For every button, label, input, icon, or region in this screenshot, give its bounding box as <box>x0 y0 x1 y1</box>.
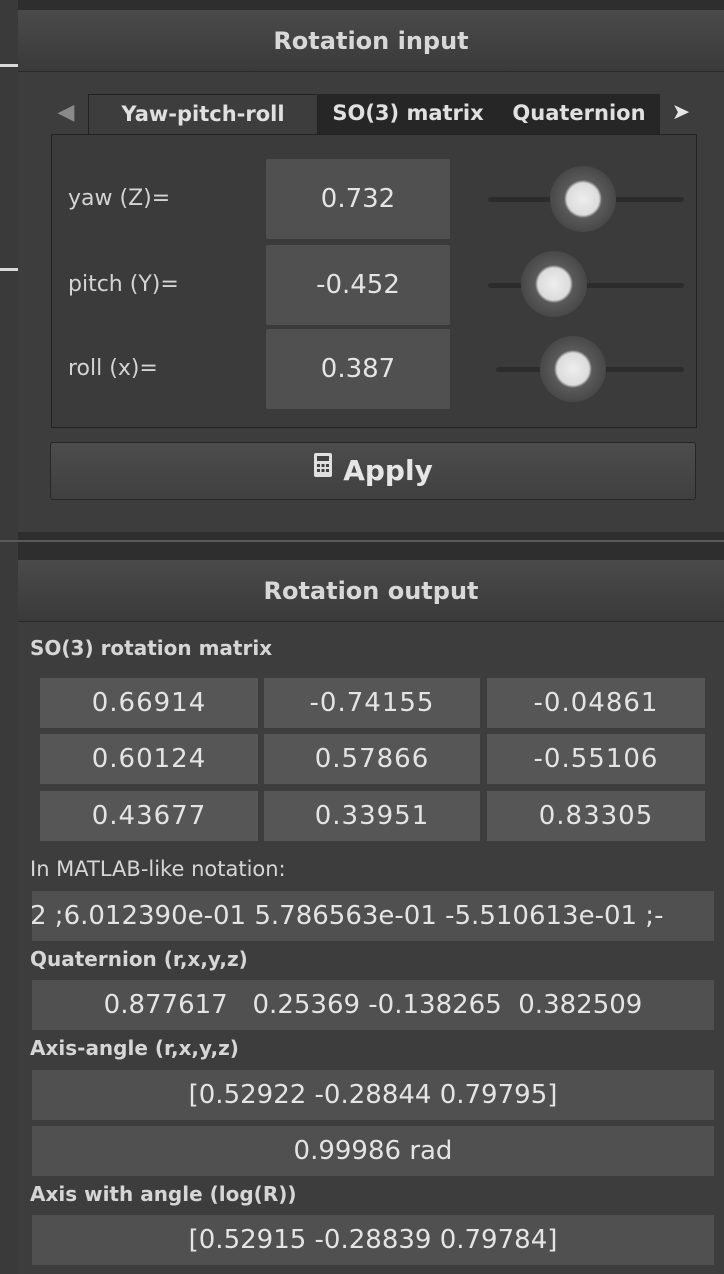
angle-field[interactable]: 0.99986 rad <box>32 1126 714 1176</box>
pitch-row: pitch (Y)= -0.452 <box>52 245 696 325</box>
arrow-left-icon[interactable]: ◀ <box>48 92 84 134</box>
tab-yaw-pitch-roll[interactable]: Yaw-pitch-roll <box>88 94 318 134</box>
roll-row: roll (x)= 0.387 <box>52 329 696 409</box>
matrix-cell: 0.83305 <box>487 791 705 841</box>
rotation-input-panel: Rotation input ◀ Yaw-pitch-roll SO(3) ma… <box>18 10 724 532</box>
axis-angle-label: Axis-angle (r,x,y,z) <box>30 1036 239 1060</box>
yaw-row: yaw (Z)= 0.732 <box>52 159 696 239</box>
matrix-cell: 0.33951 <box>264 791 480 841</box>
rotation-input-title: Rotation input <box>18 10 724 72</box>
rotation-output-title: Rotation output <box>18 560 724 622</box>
calculator-icon <box>313 441 333 497</box>
matrix-cell: -0.74155 <box>264 678 480 728</box>
tab-so3-matrix[interactable]: SO(3) matrix <box>318 94 498 134</box>
rotation-output-panel: Rotation output SO(3) rotation matrix 0.… <box>18 560 724 1274</box>
matrix-cell: 0.66914 <box>40 678 258 728</box>
pitch-slider-knob[interactable] <box>521 251 587 317</box>
tab-quaternion[interactable]: Quaternion <box>498 94 660 134</box>
yaw-label: yaw (Z)= <box>68 186 171 211</box>
matrix-cell: 0.60124 <box>40 734 258 784</box>
background-strip <box>0 0 18 1274</box>
roll-slider-knob[interactable] <box>540 336 606 402</box>
quaternion-label: Quaternion (r,x,y,z) <box>30 947 248 971</box>
apply-button[interactable]: Apply <box>50 442 696 500</box>
axis-field[interactable]: [0.52922 -0.28844 0.79795] <box>32 1070 714 1120</box>
apply-label: Apply <box>343 454 433 487</box>
roll-input[interactable]: 0.387 <box>266 329 450 409</box>
axis-with-angle-field[interactable]: [0.52915 -0.28839 0.79784] <box>32 1215 714 1265</box>
pitch-input[interactable]: -0.452 <box>266 245 450 325</box>
matrix-cell: -0.55106 <box>487 734 705 784</box>
so3-matrix-label: SO(3) rotation matrix <box>30 636 273 660</box>
matrix-cell: -0.04861 <box>487 678 705 728</box>
yaw-pitch-roll-form: yaw (Z)= 0.732 pitch (Y)= -0.452 roll (x… <box>51 134 697 428</box>
yaw-slider-knob[interactable] <box>550 166 616 232</box>
arrow-right-icon[interactable]: ➤ <box>663 92 699 134</box>
background-line <box>0 64 18 67</box>
yaw-input[interactable]: 0.732 <box>266 159 450 239</box>
roll-label: roll (x)= <box>68 356 158 381</box>
axis-with-angle-label: Axis with angle (log(R)) <box>30 1182 297 1206</box>
background-line <box>0 268 18 271</box>
quaternion-field[interactable]: 0.877617 0.25369 -0.138265 0.382509 <box>32 980 714 1030</box>
matlab-notation-label: In MATLAB-like notation: <box>30 857 286 881</box>
tab-bar: ◀ Yaw-pitch-roll SO(3) matrix Quaternion… <box>48 92 698 134</box>
matrix-cell: 0.57866 <box>264 734 480 784</box>
background-line <box>0 540 724 542</box>
matlab-notation-field[interactable]: 2 ;6.012390e-01 5.786563e-01 -5.510613e-… <box>32 891 714 941</box>
matrix-cell: 0.43677 <box>40 791 258 841</box>
pitch-label: pitch (Y)= <box>68 272 179 297</box>
